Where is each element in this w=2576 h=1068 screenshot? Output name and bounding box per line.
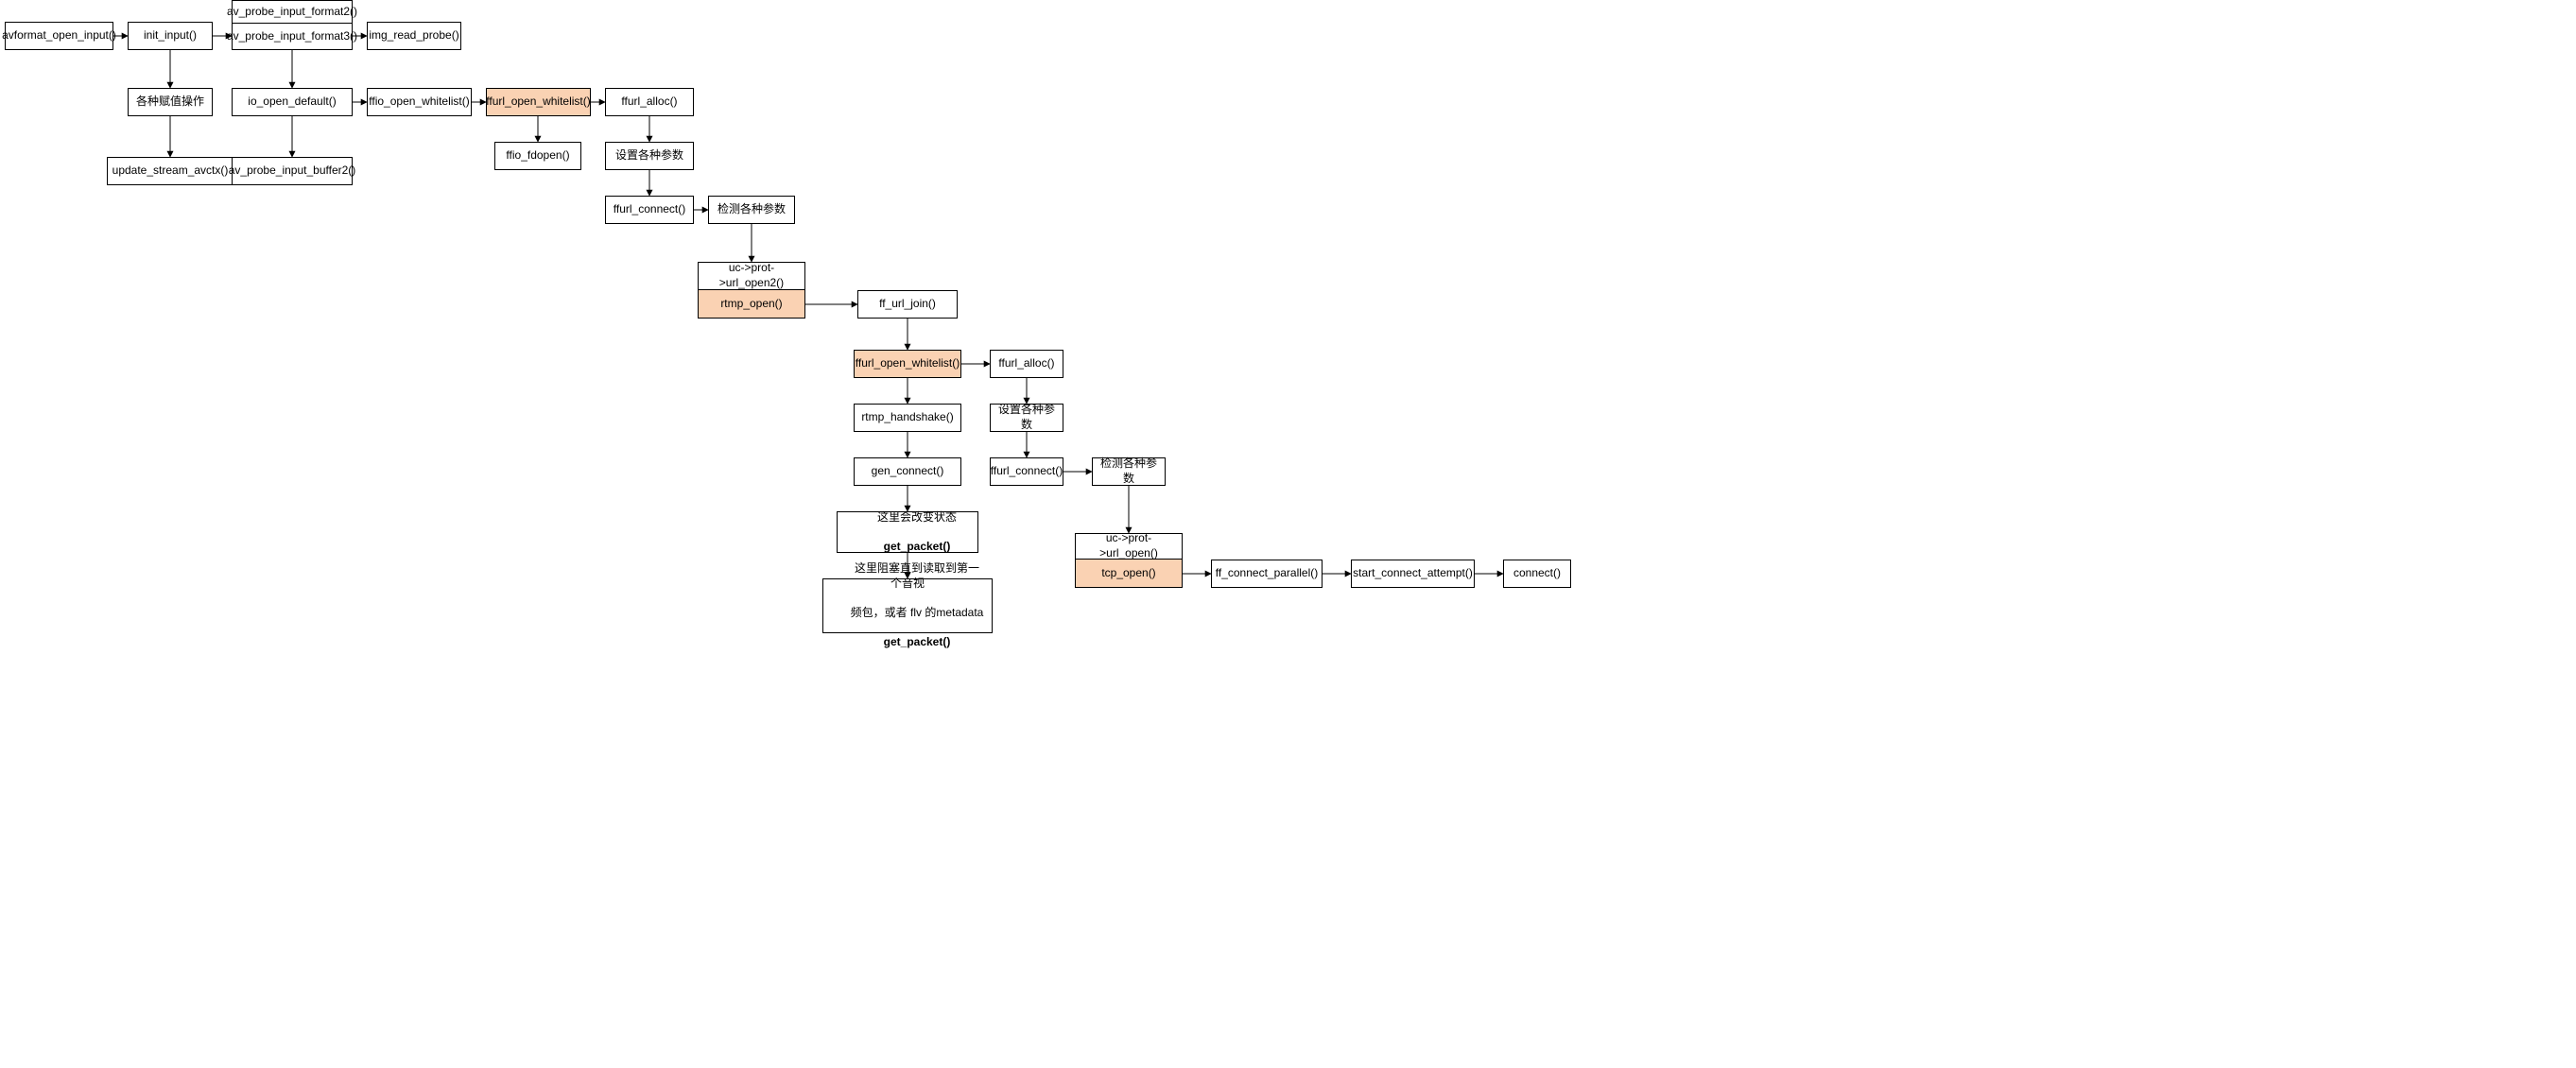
node-avformat-open-input: avformat_open_input() — [5, 22, 113, 50]
node-get-packet-block: 这里阻塞直到读取到第一个音视 频包，或者 flv 的metadata get_p… — [822, 578, 993, 633]
node-ffurl-open-whitelist-2: ffurl_open_whitelist() — [854, 350, 961, 378]
node-ffio-open-whitelist: ffio_open_whitelist() — [367, 88, 472, 116]
node-ff-connect-parallel: ff_connect_parallel() — [1211, 560, 1323, 588]
node-uc-prot-url-open: uc->prot->url_open() — [1075, 533, 1183, 560]
node-init-input: init_input() — [128, 22, 213, 50]
node-io-open-default: io_open_default() — [232, 88, 353, 116]
node-av-probe-input-format3: av_probe_input_format3() — [232, 24, 353, 50]
node-check-params-2: 检测各种参数 — [1092, 457, 1166, 486]
node-tcp-open: tcp_open() — [1075, 560, 1183, 588]
node-update-stream-avctx: update_stream_avctx() — [107, 157, 233, 185]
node-set-params-1: 设置各种参数 — [605, 142, 694, 170]
node-ffurl-alloc-1: ffurl_alloc() — [605, 88, 694, 116]
node-start-connect-attempt: start_connect_attempt() — [1351, 560, 1475, 588]
node-uc-prot-url-open2: uc->prot->url_open2() — [698, 262, 805, 290]
node-ffurl-open-whitelist-1: ffurl_open_whitelist() — [486, 88, 591, 116]
edges-layer — [0, 0, 2576, 1068]
node-gen-connect: gen_connect() — [854, 457, 961, 486]
node-av-probe-input-format2: av_probe_input_format2() — [232, 0, 353, 24]
node-av-probe-input-buffer2: av_probe_input_buffer2() — [232, 157, 353, 185]
text-line: 这里阻塞直到读取到第一个音视 频包，或者 flv 的metadata get_p… — [831, 547, 984, 665]
node-ffurl-alloc-2: ffurl_alloc() — [990, 350, 1063, 378]
node-rtmp-open: rtmp_open() — [698, 290, 805, 319]
node-ffio-fdopen: ffio_fdopen() — [494, 142, 581, 170]
node-rtmp-handshake: rtmp_handshake() — [854, 404, 961, 432]
node-ff-url-join: ff_url_join() — [857, 290, 958, 319]
node-check-params-1: 检测各种参数 — [708, 196, 795, 224]
node-set-params-2: 设置各种参数 — [990, 404, 1063, 432]
node-connect: connect() — [1503, 560, 1571, 588]
node-img-read-probe: img_read_probe() — [367, 22, 461, 50]
flowchart-canvas: avformat_open_input() init_input() av_pr… — [0, 0, 2576, 1068]
node-ffurl-connect-2: ffurl_connect() — [990, 457, 1063, 486]
node-various-assignments: 各种赋值操作 — [128, 88, 213, 116]
node-ffurl-connect-1: ffurl_connect() — [605, 196, 694, 224]
